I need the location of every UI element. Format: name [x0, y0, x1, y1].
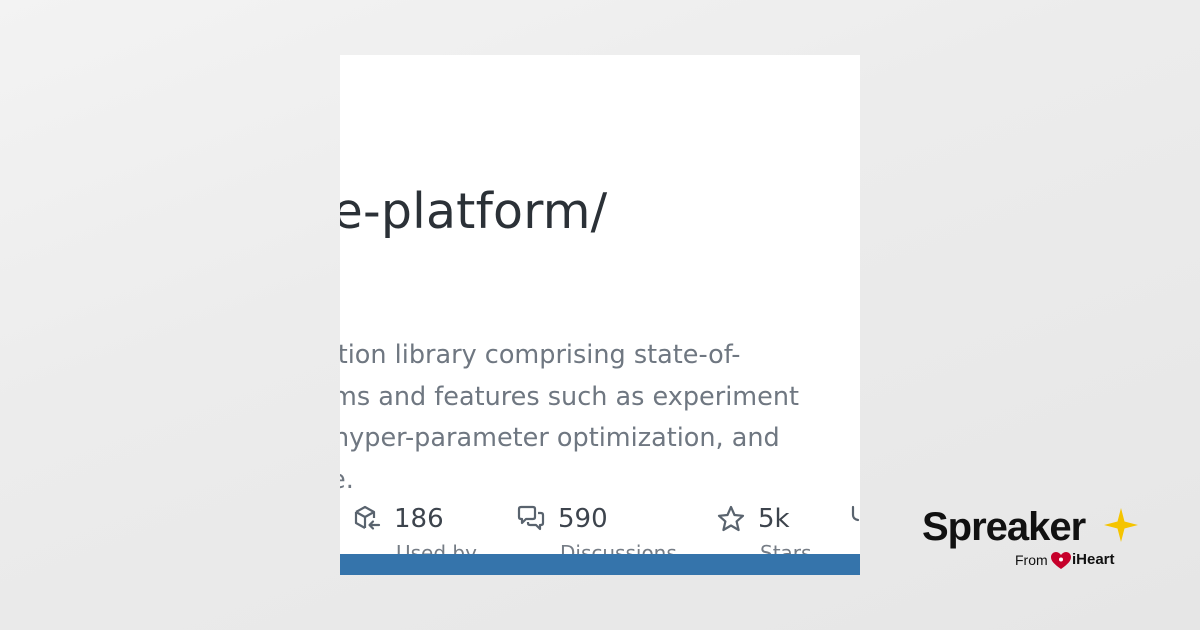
- description-line-3: hyper-parameter optimization, and: [340, 423, 780, 453]
- used-by-count: 186: [394, 504, 444, 534]
- spreaker-wordmark: Spreaker: [922, 505, 1086, 549]
- fork-icon[interactable]: [850, 505, 860, 527]
- iheart-wordmark: iHeart: [1072, 551, 1115, 568]
- repo-card: dge-platform/ ib tection library compris…: [340, 55, 860, 575]
- description-line-4: e.: [340, 465, 354, 495]
- repo-owner-text[interactable]: dge-platform/: [340, 183, 607, 240]
- description-line-1: tection library comprising state-of-: [340, 340, 741, 370]
- bottom-accent-bar: [340, 554, 860, 575]
- stars-count: 5k: [758, 504, 790, 534]
- description-line-2: ms and features such as experiment: [340, 382, 799, 412]
- star-icon: [717, 505, 745, 532]
- stat-stars[interactable]: 5k Stars: [716, 504, 811, 565]
- package-dependents-icon: [354, 505, 381, 530]
- stat-used-by[interactable]: 186 Used by: [352, 504, 477, 565]
- discussions-count: 590: [558, 504, 608, 534]
- spreaker-logo: Spreaker From iHeart: [922, 505, 1138, 575]
- from-label: From: [1015, 552, 1048, 568]
- star-logo-icon: [1104, 508, 1138, 542]
- stat-discussions[interactable]: 590 Discussions: [516, 504, 677, 565]
- iheart-heart-icon: [1051, 552, 1071, 569]
- discussion-icon: [517, 505, 545, 531]
